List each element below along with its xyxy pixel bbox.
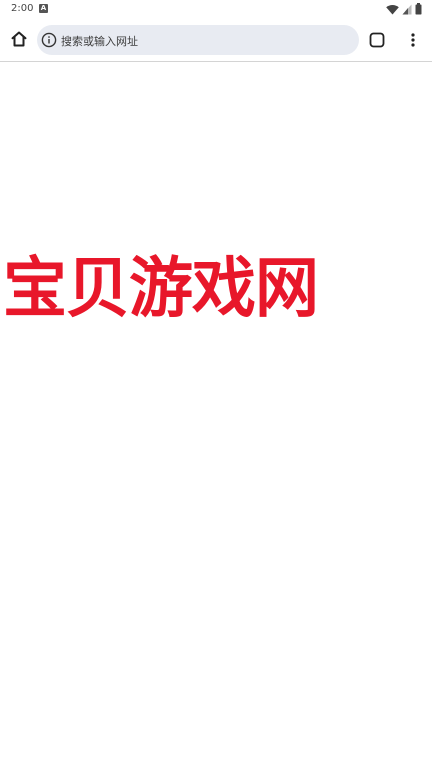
site-logo-text: 宝贝游戏网 xyxy=(3,251,319,327)
page-content: 宝贝游戏网 xyxy=(0,62,432,768)
info-icon[interactable] xyxy=(41,32,57,48)
battery-icon xyxy=(415,3,422,15)
tab-switcher-button[interactable] xyxy=(366,29,388,51)
wifi-icon xyxy=(386,4,399,14)
status-time: 2:00 xyxy=(11,3,34,14)
tab-switcher-icon xyxy=(369,32,385,48)
browser-toolbar: 搜索或输入网址 xyxy=(0,18,432,61)
address-bar[interactable]: 搜索或输入网址 xyxy=(37,25,359,55)
more-menu-button[interactable] xyxy=(404,29,422,51)
home-button[interactable] xyxy=(8,28,30,50)
more-vert-icon xyxy=(411,33,415,47)
address-placeholder[interactable]: 搜索或输入网址 xyxy=(61,33,138,49)
notification-badge: A xyxy=(39,4,48,13)
status-bar: 2:00 A xyxy=(0,0,432,18)
cell-signal-icon xyxy=(402,4,412,14)
home-icon xyxy=(11,31,27,47)
status-icons xyxy=(386,3,422,15)
